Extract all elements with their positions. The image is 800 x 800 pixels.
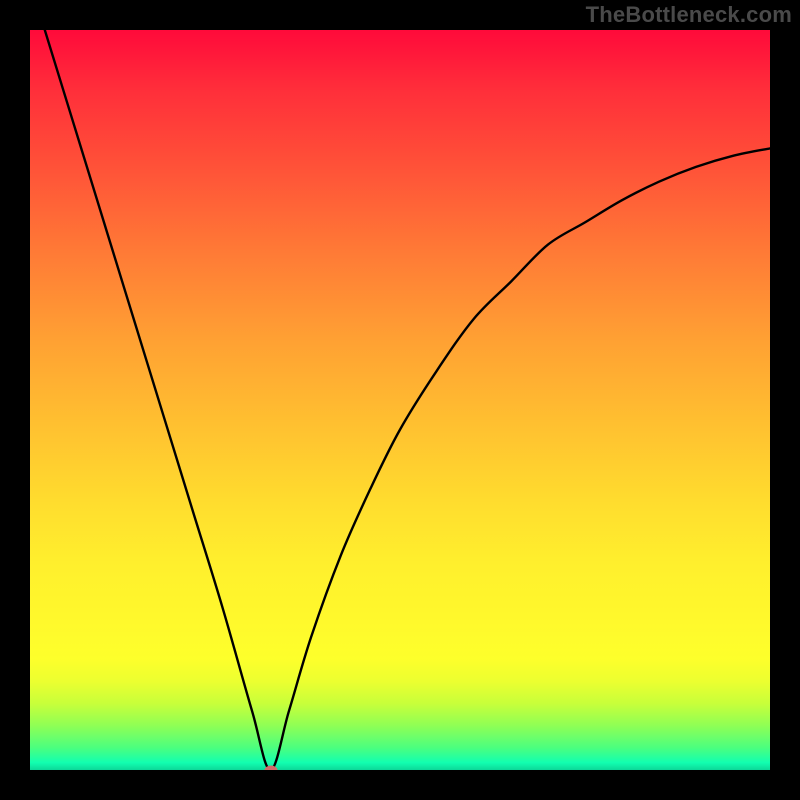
chart-frame: TheBottleneck.com	[0, 0, 800, 800]
bottleneck-curve	[30, 30, 770, 770]
watermark-text: TheBottleneck.com	[586, 2, 792, 28]
plot-area	[30, 30, 770, 770]
curve-path	[45, 30, 770, 770]
optimal-point-marker	[264, 766, 277, 771]
